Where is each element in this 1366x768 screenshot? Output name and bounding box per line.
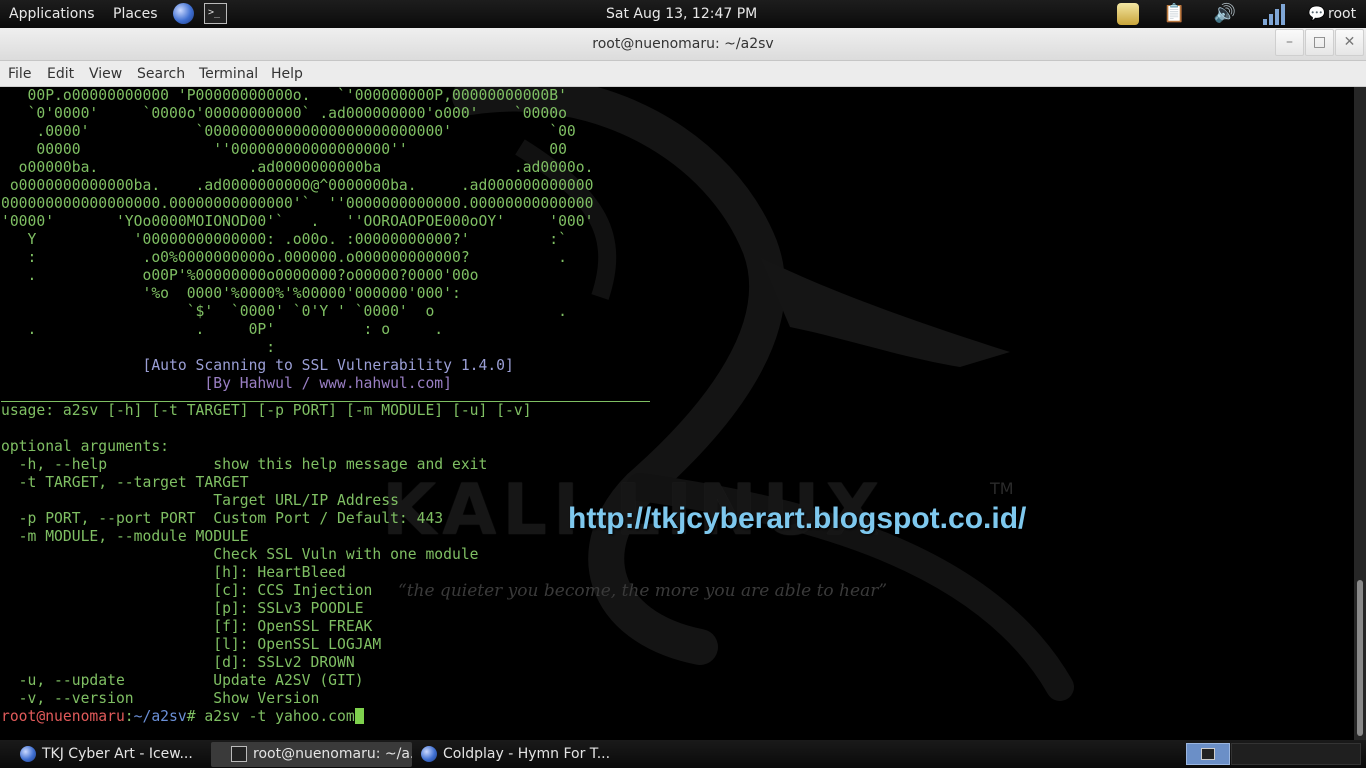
terminal-line: Target URL/IP Address: [1, 492, 399, 509]
terminal-line: [p]: SSLv3 POODLE: [1, 600, 364, 617]
terminal-line: -v, --version Show Version: [1, 690, 320, 707]
terminal-line: . o00P'%00000000o0000000?o00000?0000'00o: [1, 267, 479, 284]
terminal-line: [d]: SSLv2 DROWN: [1, 654, 355, 671]
network-signal-icon[interactable]: [1263, 3, 1287, 25]
terminal-line: -t TARGET, --target TARGET: [1, 474, 249, 491]
tool-byline: [By Hahwul / www.hahwul.com]: [1, 375, 452, 392]
terminal-line: -h, --help show this help message and ex…: [1, 456, 488, 473]
terminal-line: usage: a2sv [-h] [-t TARGET] [-p PORT] […: [1, 402, 532, 419]
terminal-icon: [1201, 748, 1215, 760]
bottom-taskbar: TKJ Cyber Art - Icew... root@nuenomaru: …: [0, 740, 1366, 768]
terminal-line: : .o0%0000000000o.000000.o000000000000? …: [1, 249, 567, 266]
terminal-line: :: [1, 339, 276, 356]
terminal-area[interactable]: KALI LINUX TM “the quieter you become, t…: [0, 87, 1354, 740]
terminal-line: [h]: HeartBleed: [1, 564, 346, 581]
terminal-line: 00000 ''000000000000000000'' 00: [1, 141, 567, 158]
scrollbar-thumb[interactable]: [1357, 580, 1363, 736]
terminal-scrollbar[interactable]: [1354, 87, 1366, 740]
terminal-line: '%o 0000'%0000%'%00000'000000'000':: [1, 285, 461, 302]
task-label: Coldplay - Hymn For T...: [443, 746, 611, 762]
notification-icon[interactable]: [1117, 3, 1139, 25]
terminal-line: o00000ba. .ad0000000000ba .ad0000o.: [1, 159, 594, 176]
help-output: usage: a2sv [-h] [-t TARGET] [-p PORT] […: [1, 402, 1351, 708]
terminal-line: Check SSL Vuln with one module: [1, 546, 479, 563]
command-input[interactable]: a2sv -t yahoo.com: [196, 708, 354, 725]
ascii-banner: 00P.o00000000000 'P00000000000o. `'00000…: [1, 87, 1351, 357]
prompt-symbol: #: [186, 708, 196, 725]
menu-terminal[interactable]: Terminal: [199, 61, 258, 87]
user-menu[interactable]: root: [1328, 0, 1356, 28]
menu-view[interactable]: View: [89, 61, 122, 87]
clock[interactable]: Sat Aug 13, 12:47 PM: [606, 0, 757, 28]
maximize-button[interactable]: □: [1305, 29, 1334, 56]
task-music-window[interactable]: Coldplay - Hymn For T...: [401, 742, 611, 767]
terminal-line: '0000' 'YOo0000MOIONOD00'` . ''OOROAOPOE…: [1, 213, 594, 230]
terminal-line: . . 0P' : o .: [1, 321, 444, 338]
close-button[interactable]: ✕: [1335, 29, 1364, 56]
task-terminal-window[interactable]: root@nuenomaru: ~/a...: [211, 742, 412, 767]
workspace-switcher[interactable]: [1231, 743, 1361, 765]
terminal-line: `$' `0000' `0'Y ' `0000' o .: [1, 303, 567, 320]
terminal-line: Y '00000000000000: .o00o. :00000000000?'…: [1, 231, 567, 248]
task-label: root@nuenomaru: ~/a...: [253, 746, 412, 762]
terminal-line: optional arguments:: [1, 438, 170, 455]
terminal-line: -m MODULE, --module MODULE: [1, 528, 249, 545]
terminal-line: [c]: CCS Injection: [1, 582, 373, 599]
menu-help[interactable]: Help: [271, 61, 303, 87]
minimize-button[interactable]: –: [1275, 29, 1304, 56]
menu-search[interactable]: Search: [137, 61, 185, 87]
terminal-line: .0000' `000000000000000000000000000' `00: [1, 123, 576, 140]
prompt-user: root@nuenomaru: [1, 708, 125, 725]
places-menu[interactable]: Places: [113, 0, 158, 28]
browser-icon: [20, 746, 36, 762]
browser-launcher-icon[interactable]: [173, 3, 194, 24]
clipboard-icon[interactable]: 📋: [1163, 3, 1185, 25]
task-browser-window[interactable]: TKJ Cyber Art - Icew...: [0, 742, 206, 767]
terminal-line: -p PORT, --port PORT Custom Port / Defau…: [1, 510, 444, 527]
prompt-line[interactable]: root@nuenomaru:~/a2sv# a2sv -t yahoo.com: [1, 708, 1351, 726]
terminal-line: [f]: OpenSSL FREAK: [1, 618, 373, 635]
menu-edit[interactable]: Edit: [47, 61, 74, 87]
terminal-line: `0'0000' `0000o'00000000000` .ad00000000…: [1, 105, 567, 122]
task-label: TKJ Cyber Art - Icew...: [42, 746, 193, 762]
terminal-icon: [231, 746, 247, 762]
workspace-switcher-active[interactable]: [1186, 743, 1230, 765]
prompt-separator: :: [124, 708, 134, 725]
terminal-line: o0000000000000ba. .ad0000000000@^0000000…: [1, 177, 594, 194]
browser-icon: [421, 746, 437, 762]
top-panel: Applications Places >_ Sat Aug 13, 12:47…: [0, 0, 1366, 28]
terminal-launcher-icon[interactable]: >_: [204, 3, 227, 24]
terminal-output: 00P.o00000000000 'P00000000000o. `'00000…: [1, 87, 1351, 726]
terminal-line: 000000000000000000.00000000000000'` ''00…: [1, 195, 594, 212]
applications-menu[interactable]: Applications: [9, 0, 95, 28]
window-titlebar[interactable]: root@nuenomaru: ~/a2sv – □ ✕: [0, 28, 1366, 61]
terminal-line: -u, --update Update A2SV (GIT): [1, 672, 364, 689]
text-cursor: [354, 708, 364, 724]
terminal-line: 00P.o00000000000 'P00000000000o. `'00000…: [1, 87, 567, 104]
prompt-path: ~/a2sv: [133, 708, 187, 725]
window-title: root@nuenomaru: ~/a2sv: [592, 36, 774, 52]
tool-title-line: [Auto Scanning to SSL Vulnerability 1.4.…: [1, 357, 514, 374]
menu-file[interactable]: File: [8, 61, 31, 87]
chat-bubble-icon: 💬: [1308, 6, 1326, 22]
volume-icon[interactable]: 🔊: [1212, 3, 1238, 25]
terminal-line: [l]: OpenSSL LOGJAM: [1, 636, 382, 653]
terminal-menubar: File Edit View Search Terminal Help: [0, 61, 1366, 87]
